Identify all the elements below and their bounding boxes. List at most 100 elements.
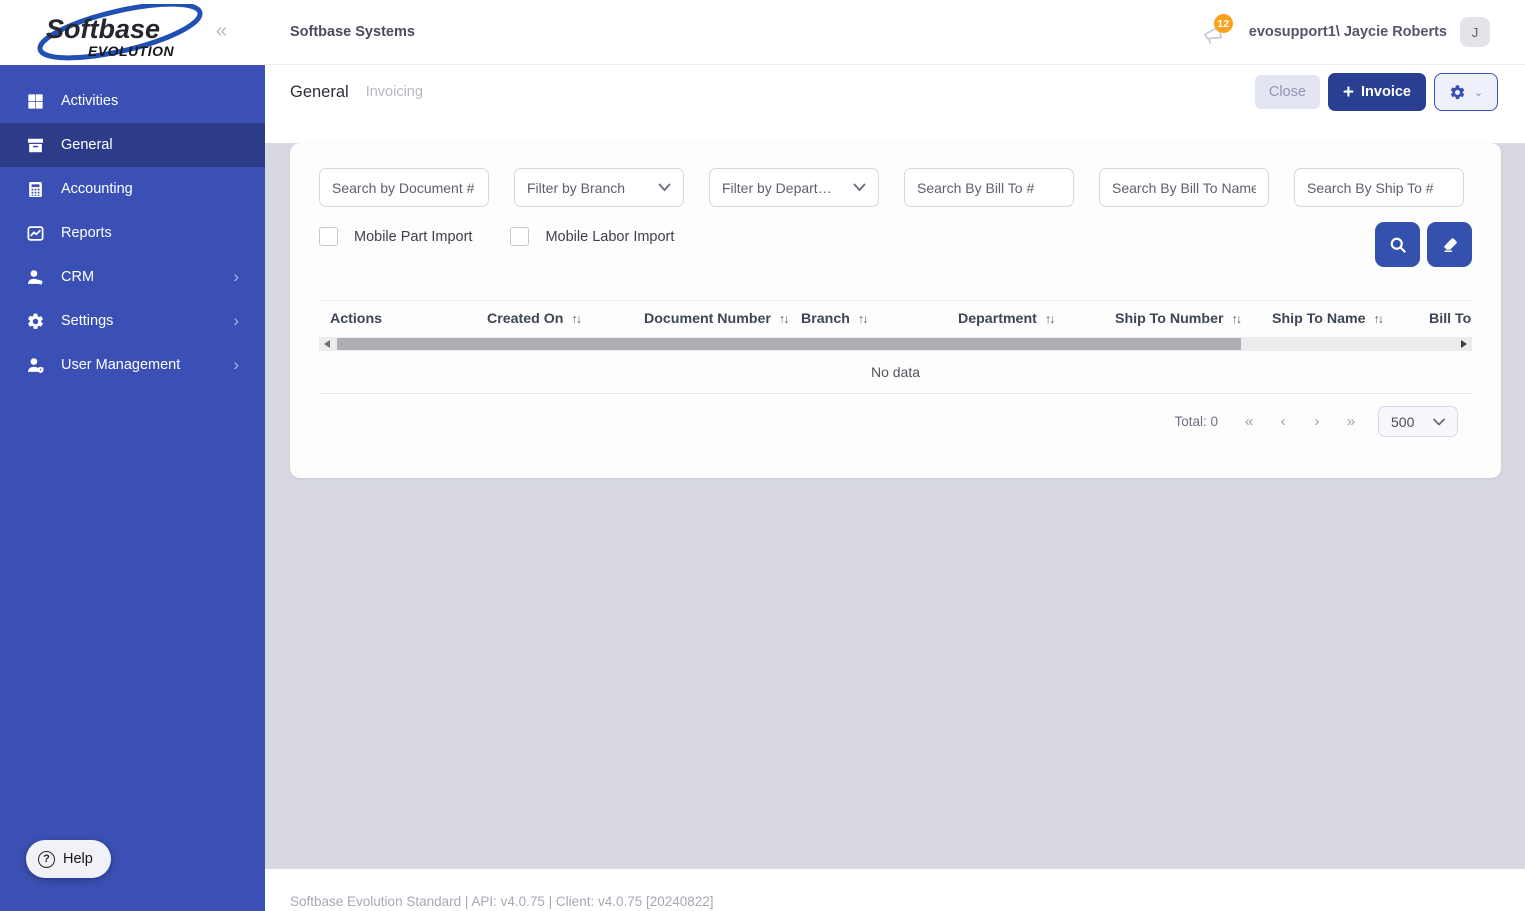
chevron-right-icon: › bbox=[233, 355, 239, 374]
search-bill-to-number-input[interactable] bbox=[904, 168, 1074, 207]
chevron-down-icon: ⌄ bbox=[1473, 86, 1484, 99]
filter-branch-select[interactable]: Filter by Branch bbox=[514, 168, 684, 207]
sidebar-item-label: Reports bbox=[61, 225, 112, 241]
search-bill-to-name-input[interactable] bbox=[1112, 179, 1256, 196]
chevron-right-icon: › bbox=[233, 267, 239, 286]
breadcrumb-secondary[interactable]: Invoicing bbox=[366, 84, 423, 100]
settings-dropdown-button[interactable]: ⌄ bbox=[1434, 73, 1498, 111]
sidebar-collapse-icon[interactable]: « bbox=[216, 21, 227, 41]
scrollbar-thumb[interactable] bbox=[337, 338, 1241, 350]
filter-department-select[interactable]: Filter by Depart… bbox=[709, 168, 879, 207]
filters-row: Filter by Branch Filter by Depart… bbox=[319, 168, 1472, 207]
search-document-number-input[interactable] bbox=[332, 179, 476, 196]
eraser-icon bbox=[1443, 237, 1457, 252]
column-label: Ship To Name bbox=[1272, 311, 1366, 327]
options-row: Mobile Part Import Mobile Labor Import bbox=[319, 222, 1472, 267]
sidebar-item-label: User Management bbox=[61, 357, 181, 373]
help-label: Help bbox=[63, 851, 93, 867]
search-document-number-input[interactable] bbox=[319, 168, 489, 207]
checkbox-mobile-part-import[interactable]: Mobile Part Import bbox=[319, 227, 472, 246]
sort-icon[interactable]: ↑↓ bbox=[1045, 312, 1055, 326]
column-header-department[interactable]: Department ↑↓ bbox=[947, 311, 1104, 327]
grid-icon bbox=[26, 92, 45, 111]
column-label: Ship To Number bbox=[1115, 311, 1224, 327]
checkbox-group: Mobile Part Import Mobile Labor Import bbox=[319, 222, 674, 267]
table-header-row: Actions Created On ↑↓ Document Number ↑↓ Bran… bbox=[319, 300, 1472, 337]
last-page-button[interactable]: » bbox=[1334, 413, 1368, 430]
clear-filters-button[interactable] bbox=[1427, 222, 1472, 267]
question-circle-icon: ? bbox=[38, 850, 55, 868]
breadcrumb-active: General bbox=[290, 82, 349, 101]
checkbox-mobile-labor-import[interactable]: Mobile Labor Import bbox=[510, 227, 674, 246]
brand-subname: EVOLUTION bbox=[88, 43, 175, 59]
close-button[interactable]: Close bbox=[1254, 75, 1320, 109]
archive-icon bbox=[26, 136, 45, 155]
chevron-right-icon: › bbox=[233, 311, 239, 330]
search-bill-to-number-input[interactable] bbox=[917, 179, 1061, 196]
column-header-ship-to-number[interactable]: Ship To Number ↑↓ bbox=[1104, 311, 1261, 327]
column-header-branch[interactable]: Branch ↑↓ bbox=[790, 311, 947, 327]
top-header: Softbase Systems 12 evosupport1\ Jaycie … bbox=[265, 0, 1525, 65]
user-shield-icon bbox=[26, 356, 45, 375]
sidebar-item-activities[interactable]: Activities bbox=[0, 79, 265, 123]
search-icon bbox=[1390, 237, 1406, 253]
sort-icon[interactable]: ↑↓ bbox=[858, 312, 868, 326]
sidebar-item-label: Settings bbox=[61, 313, 114, 329]
checkbox-box[interactable] bbox=[510, 227, 530, 246]
chart-icon bbox=[26, 224, 45, 243]
sidebar-item-settings[interactable]: Settings › bbox=[0, 299, 265, 343]
chevron-down-icon bbox=[658, 183, 671, 192]
search-ship-to-number-input[interactable] bbox=[1307, 179, 1451, 196]
search-button[interactable] bbox=[1375, 222, 1420, 267]
notifications-button[interactable]: 12 bbox=[1202, 14, 1236, 48]
sidebar-item-accounting[interactable]: Accounting bbox=[0, 167, 265, 211]
page-size-select[interactable]: 500 bbox=[1378, 406, 1458, 437]
column-header-document-number[interactable]: Document Number ↑↓ bbox=[633, 311, 790, 327]
sidebar-nav: Activities General Accounting Reports CRM › Se… bbox=[0, 65, 265, 387]
new-invoice-button[interactable]: + Invoice bbox=[1327, 73, 1426, 111]
help-button[interactable]: ? Help bbox=[26, 840, 111, 878]
column-label: Department bbox=[958, 311, 1037, 327]
column-header-ship-to-name[interactable]: Ship To Name ↑↓ bbox=[1261, 311, 1418, 327]
search-bill-to-name-input[interactable] bbox=[1099, 168, 1269, 207]
search-ship-to-number-input[interactable] bbox=[1294, 168, 1464, 207]
version-text: Softbase Evolution Standard | API: v4.0.… bbox=[290, 894, 714, 909]
sort-icon[interactable]: ↑↓ bbox=[779, 312, 789, 326]
sort-icon[interactable]: ↑↓ bbox=[1374, 312, 1384, 326]
horizontal-scrollbar[interactable] bbox=[319, 337, 1472, 351]
sidebar-item-user-management[interactable]: User Management › bbox=[0, 343, 265, 387]
chevron-down-icon bbox=[853, 183, 866, 192]
sidebar: Softbase EVOLUTION « Activities General Ac… bbox=[0, 0, 265, 911]
content-area: Filter by Branch Filter by Depart… Mobile… bbox=[265, 143, 1525, 869]
pagination: Total: 0 «‹ ›» 500 bbox=[319, 406, 1472, 437]
checkbox-label: Mobile Part Import bbox=[354, 228, 473, 245]
sidebar-item-label: General bbox=[61, 137, 113, 153]
page-title: Softbase Systems bbox=[290, 24, 415, 40]
invoice-button-label: Invoice bbox=[1361, 84, 1411, 100]
footer: Softbase Evolution Standard | API: v4.0.… bbox=[265, 869, 1525, 911]
column-label: Bill To bbox=[1429, 311, 1472, 327]
column-header-actions: Actions bbox=[319, 311, 476, 327]
sort-icon[interactable]: ↑↓ bbox=[571, 312, 581, 326]
checkbox-box[interactable] bbox=[319, 227, 338, 246]
header-right-cluster: 12 evosupport1\ Jaycie Roberts J bbox=[1202, 14, 1490, 48]
next-page-button[interactable]: › bbox=[1300, 413, 1334, 430]
scroll-left-icon[interactable] bbox=[324, 340, 330, 348]
sort-icon[interactable]: ↑↓ bbox=[1232, 312, 1242, 326]
plus-icon: + bbox=[1342, 81, 1355, 103]
first-page-button[interactable]: « bbox=[1232, 413, 1266, 430]
sidebar-item-crm[interactable]: CRM › bbox=[0, 255, 265, 299]
sidebar-item-general[interactable]: General bbox=[0, 123, 265, 167]
column-label: Actions bbox=[330, 311, 383, 327]
logo-area: Softbase EVOLUTION « bbox=[0, 0, 265, 65]
column-header-created-on[interactable]: Created On ↑↓ bbox=[476, 311, 633, 327]
column-header-bill-to: Bill To bbox=[1418, 311, 1472, 327]
scroll-right-icon[interactable] bbox=[1461, 340, 1467, 348]
invoicing-card: Filter by Branch Filter by Depart… Mobile… bbox=[290, 143, 1501, 478]
sidebar-item-label: Accounting bbox=[61, 181, 133, 197]
softbase-logo: Softbase EVOLUTION bbox=[37, 4, 208, 61]
pager-buttons: «‹ ›» bbox=[1232, 413, 1368, 430]
sidebar-item-reports[interactable]: Reports bbox=[0, 211, 265, 255]
avatar[interactable]: J bbox=[1460, 17, 1490, 47]
previous-page-button[interactable]: ‹ bbox=[1266, 413, 1300, 430]
